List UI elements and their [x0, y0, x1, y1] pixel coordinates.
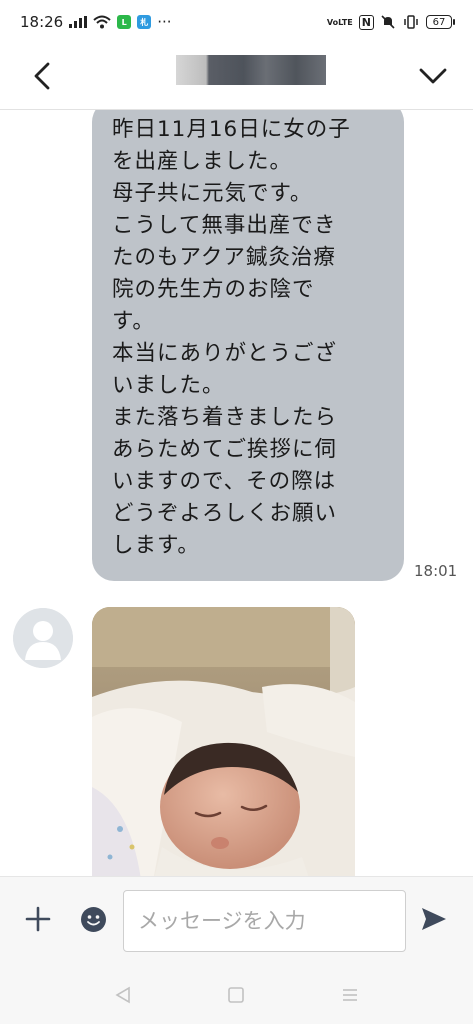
emoji-icon	[81, 907, 106, 932]
send-button[interactable]	[420, 905, 448, 933]
add-button[interactable]	[24, 905, 52, 933]
square-home-icon	[228, 987, 244, 1003]
triangle-back-icon	[115, 986, 130, 1004]
message-line: どうぞよろしくお願い	[112, 501, 338, 526]
message-line: いますので、その際は	[112, 469, 337, 494]
status-left: 18:26 L 札 ···	[20, 13, 172, 31]
nav-menu-button[interactable]	[337, 982, 363, 1008]
send-icon	[422, 908, 446, 930]
message-line: を出産しました。	[112, 149, 293, 174]
message-line: 院の先生方のお陰で	[112, 277, 315, 302]
chat-title-redacted	[176, 55, 326, 85]
sticker-button[interactable]	[80, 906, 107, 933]
chevron-left-icon	[34, 62, 50, 90]
line-app-icon: L	[117, 15, 132, 29]
mute-icon	[381, 15, 395, 29]
message-line: また落ち着きましたら	[112, 405, 338, 430]
menu-toggle-button[interactable]	[417, 58, 449, 94]
message-line: あらためてご挨拶に伺	[112, 437, 338, 462]
wifi-icon	[93, 15, 111, 29]
volte-icon: VoLTE	[326, 17, 353, 27]
notification-app-icon: 札	[137, 15, 152, 29]
message-line: 母子共に元気です。	[112, 181, 313, 206]
message-list[interactable]: 昨日11月16日に女の子 を出産しました。 母子共に元気です。 こうして無事出産…	[0, 110, 473, 876]
battery-icon: 67	[426, 15, 455, 29]
chat-header	[0, 44, 473, 110]
input-bar	[0, 876, 473, 964]
message-input[interactable]	[123, 890, 406, 952]
message-bubble[interactable]: 昨日11月16日に女の子 を出産しました。 母子共に元気です。 こうして無事出産…	[92, 110, 404, 581]
default-avatar-icon	[13, 608, 73, 668]
message-timestamp: 18:01	[414, 562, 458, 580]
message-line: たのもアクア鍼灸治療	[112, 245, 336, 270]
more-notifications-icon: ···	[157, 13, 172, 31]
signal-icon	[69, 16, 88, 28]
vibrate-icon	[404, 15, 418, 29]
nav-back-button[interactable]	[110, 982, 136, 1008]
back-button[interactable]	[28, 58, 56, 94]
status-bar: 18:26 L 札 ··· VoLTE N 67	[0, 0, 473, 44]
baby-photo[interactable]	[92, 607, 355, 876]
message-line: こうして無事出産でき	[112, 213, 337, 238]
status-time: 18:26	[20, 13, 64, 31]
sender-avatar[interactable]	[13, 608, 73, 668]
chevron-down-icon	[419, 68, 447, 84]
menu-lines-icon	[343, 989, 357, 1001]
status-right: VoLTE N 67	[327, 14, 455, 30]
message-line: します。	[112, 533, 200, 558]
newborn-baby-photo	[92, 607, 355, 876]
system-nav-bar	[0, 964, 473, 1024]
message-line: す。	[112, 309, 155, 334]
battery-level: 67	[426, 15, 452, 29]
message-line: 本当にありがとうござ	[112, 341, 338, 366]
nfc-icon: N	[358, 14, 374, 30]
nav-home-button[interactable]	[223, 982, 249, 1008]
plus-icon	[25, 906, 51, 932]
message-line: いました。	[112, 373, 225, 398]
message-line: 昨日11月16日に女の子	[112, 117, 351, 142]
